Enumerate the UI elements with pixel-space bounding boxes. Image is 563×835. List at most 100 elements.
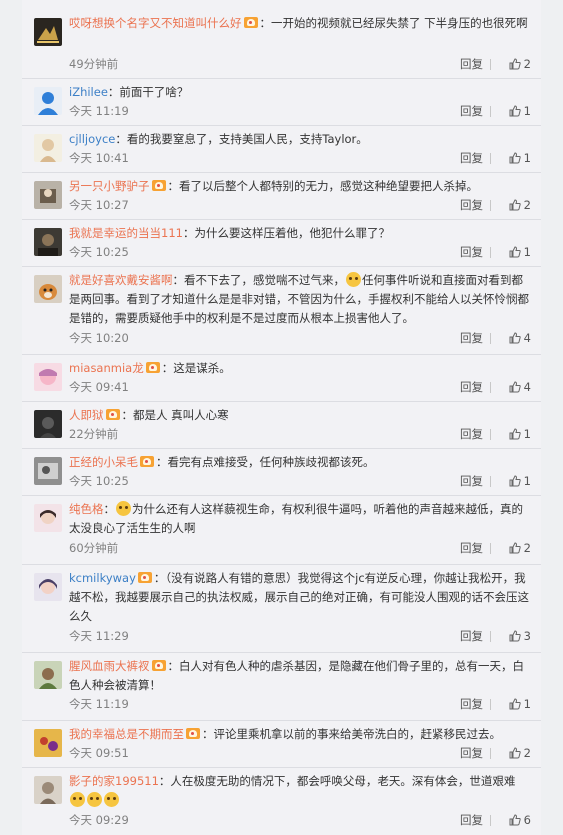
thumbs-up-icon [509, 332, 521, 344]
reply-button[interactable]: 回复 [460, 628, 483, 644]
comment-text: ：评论里乘机拿以前的事来给美帝洗白的，赶紧移民过去。 [202, 727, 501, 741]
username-link[interactable]: kcmilkyway [69, 571, 136, 585]
divider [490, 200, 491, 211]
avatar[interactable] [34, 87, 62, 115]
reply-button[interactable]: 回复 [460, 330, 483, 346]
list-item: kcmilkyway ：（没有说路人有错的意思）我觉得这个jc有逆反心理，你越让我… [22, 565, 541, 653]
like-button[interactable]: 2 [499, 197, 531, 213]
vip-badge-icon [137, 572, 152, 583]
avatar[interactable] [34, 181, 62, 209]
like-count: 3 [523, 629, 531, 643]
thumbs-up-icon [509, 199, 521, 211]
username-link[interactable]: 正经的小呆毛 [69, 455, 138, 469]
comment-list-panel: 哎呀想换个名字又不知道叫什么好 ：一开始的视频就已经尿失禁了 下半身压的也很死啊 … [22, 0, 541, 835]
username-link[interactable]: 我就是幸运的当当111 [69, 226, 183, 240]
like-count: 1 [523, 104, 531, 118]
comment-time: 60分钟前 [69, 541, 119, 555]
like-button[interactable]: 1 [499, 103, 531, 119]
emoji-icon [104, 792, 119, 807]
like-button[interactable]: 3 [499, 628, 531, 644]
comment-text: ：看的我要窒息了，支持美国人民，支持Taylor。 [115, 132, 368, 146]
reply-button[interactable]: 回复 [460, 540, 483, 556]
like-button[interactable]: 2 [499, 56, 531, 72]
thumbs-up-icon [509, 58, 521, 70]
like-count: 1 [523, 474, 531, 488]
like-count: 2 [523, 746, 531, 760]
username-link[interactable]: 腥风血雨大裤衩 [69, 659, 150, 673]
username-link[interactable]: 哎呀想换个名字又不知道叫什么好 [69, 16, 242, 30]
avatar[interactable] [34, 18, 62, 46]
like-button[interactable]: 6 [499, 812, 531, 828]
reply-button[interactable]: 回复 [460, 56, 483, 72]
avatar[interactable] [34, 410, 62, 438]
divider [490, 631, 491, 642]
like-count: 2 [523, 541, 531, 555]
list-item: 纯色格： 为什么还有人这样藐视生命，有权利很牛逼吗，听着他的声音越来越低，真的太没… [22, 496, 541, 565]
reply-button[interactable]: 回复 [460, 379, 483, 395]
username-link[interactable]: 就是好喜欢戴安酱啊 [69, 273, 173, 287]
divider [490, 815, 491, 826]
like-button[interactable]: 1 [499, 473, 531, 489]
reply-button[interactable]: 回复 [460, 426, 483, 442]
username-link[interactable]: 另一只小野驴子 [69, 179, 150, 193]
like-button[interactable]: 1 [499, 426, 531, 442]
like-button[interactable]: 4 [499, 379, 531, 395]
reply-button[interactable]: 回复 [460, 745, 483, 761]
avatar[interactable] [34, 363, 62, 391]
comment-list: 哎呀想换个名字又不知道叫什么好 ：一开始的视频就已经尿失禁了 下半身压的也很死啊 … [22, 0, 541, 835]
reply-button[interactable]: 回复 [460, 696, 483, 712]
reply-button[interactable]: 回复 [460, 197, 483, 213]
comment-text: ：一开始的视频就已经尿失禁了 下半身压的也很死啊 [259, 16, 528, 30]
avatar[interactable] [34, 504, 62, 532]
avatar[interactable] [34, 573, 62, 601]
thumbs-up-icon [509, 475, 521, 487]
like-button[interactable]: 1 [499, 696, 531, 712]
reply-button[interactable]: 回复 [460, 812, 483, 828]
username-link[interactable]: miasanmia龙 [69, 361, 144, 375]
like-button[interactable]: 1 [499, 150, 531, 166]
comment-time: 49分钟前 [69, 57, 119, 71]
list-item: 另一只小野驴子 ：看了以后整个人都特别的无力，感觉这种绝望要把人杀掉。 今天 10… [22, 173, 541, 220]
comment-time: 今天 11:19 [69, 104, 129, 118]
divider [490, 476, 491, 487]
divider [490, 106, 491, 117]
like-button[interactable]: 4 [499, 330, 531, 346]
thumbs-up-icon [509, 246, 521, 258]
vip-badge-icon [145, 362, 160, 373]
list-item: 就是好喜欢戴安酱啊：看不下去了，感觉喘不过气来， 任何事件听说和直接面对看到都是两… [22, 267, 541, 355]
like-count: 1 [523, 697, 531, 711]
username-link[interactable]: 人即狱 [69, 408, 104, 422]
avatar[interactable] [34, 228, 62, 256]
list-item: iZhilee：前面干了啥？ 今天 11:19 回复 1 [22, 79, 541, 126]
colon: ： [103, 502, 116, 516]
reply-button[interactable]: 回复 [460, 103, 483, 119]
avatar[interactable] [34, 776, 62, 804]
username-link[interactable]: cjlljoyce [69, 132, 115, 146]
like-button[interactable]: 2 [499, 540, 531, 556]
list-item: 影子的家199511：人在极度无助的情况下，都会呼唤父母，老天。深有体会，世道艰… [22, 768, 541, 835]
reply-button[interactable]: 回复 [460, 244, 483, 260]
thumbs-up-icon [509, 814, 521, 826]
comment-text: ：看不下去了，感觉喘不过气来， [172, 273, 346, 287]
comment-text: ：看完有点难接受，任何种族歧视都该死。 [156, 455, 375, 469]
like-count: 1 [523, 245, 531, 259]
avatar[interactable] [34, 729, 62, 757]
reply-button[interactable]: 回复 [460, 150, 483, 166]
avatar[interactable] [34, 457, 62, 485]
avatar[interactable] [34, 134, 62, 162]
avatar[interactable] [34, 275, 62, 303]
username-link[interactable]: 影子的家199511 [69, 774, 159, 788]
username-link[interactable]: 我的幸福总是不期而至 [69, 727, 184, 741]
thumbs-up-icon [509, 428, 521, 440]
comment-time: 今天 11:19 [69, 697, 129, 711]
username-link[interactable]: iZhilee [69, 85, 108, 99]
reply-button[interactable]: 回复 [460, 473, 483, 489]
divider [490, 333, 491, 344]
like-button[interactable]: 2 [499, 745, 531, 761]
avatar[interactable] [34, 661, 62, 689]
comment-text: ：为什么要这样压着他，他犯什么罪了？ [182, 226, 390, 240]
divider [490, 699, 491, 710]
username-link[interactable]: 纯色格 [69, 502, 104, 516]
like-button[interactable]: 1 [499, 244, 531, 260]
comment-time: 今天 09:29 [69, 813, 129, 827]
